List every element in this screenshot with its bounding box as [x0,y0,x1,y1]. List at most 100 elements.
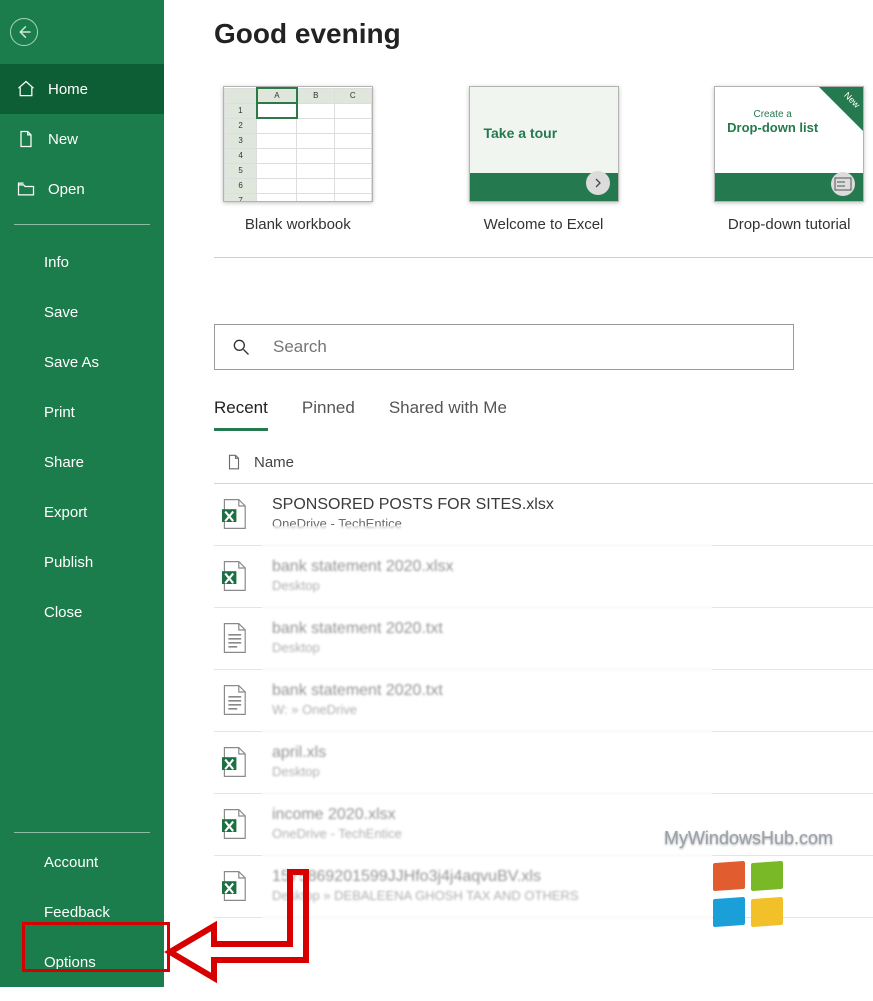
menu-label: Close [44,604,82,621]
folder-open-icon [16,179,36,199]
templates-row: ABC 1 2 3 4 5 6 7 Blank workbook Take a … [214,86,873,233]
file-row[interactable]: bank statement 2020.xlsx Desktop [214,546,873,608]
tab-label: Shared with Me [389,398,507,417]
template-dropdown-tutorial[interactable]: New Create aDrop-down list Drop-down tut… [705,86,873,233]
file-row[interactable]: bank statement 2020.txt W: » OneDrive [214,670,873,732]
menu-item-publish[interactable]: Publish [0,537,164,587]
recent-files-list: SPONSORED POSTS FOR SITES.xlsx OneDrive … [214,484,873,918]
list-header: Name [214,451,873,484]
file-location: Desktop [272,578,453,593]
excel-file-icon [214,746,254,778]
menu-label: Account [44,854,98,871]
file-row[interactable]: income 2020.xlsx OneDrive - TechEntice [214,794,873,856]
template-thumb: Take a tour [469,86,619,202]
file-row[interactable]: SPONSORED POSTS FOR SITES.xlsx OneDrive … [214,484,873,546]
dd-pretitle: Create a [753,109,791,120]
back-button[interactable] [10,18,38,46]
file-name: bank statement 2020.xlsx [272,558,453,576]
sidebar-item-label: New [48,131,78,148]
sidebar-divider [14,832,150,833]
file-header-icon [214,451,254,473]
file-new-icon [16,129,36,149]
dropdown-icon [831,172,855,196]
search-input[interactable] [273,337,777,357]
list-header-name: Name [254,454,294,471]
sidebar-item-home[interactable]: Home [0,64,164,114]
file-text: income 2020.xlsx OneDrive - TechEntice [272,806,402,841]
file-text: SPONSORED POSTS FOR SITES.xlsx OneDrive … [272,496,554,531]
tab-pinned[interactable]: Pinned [302,398,355,431]
menu-item-feedback[interactable]: Feedback [0,887,164,937]
menu-item-info[interactable]: Info [0,237,164,287]
file-location: Desktop [272,764,326,779]
template-label: Drop-down tutorial [705,216,873,233]
menu-item-print[interactable]: Print [0,387,164,437]
back-arrow-icon [15,23,33,41]
file-location: OneDrive - TechEntice [272,826,402,841]
menu-label: Share [44,454,84,471]
file-location: Desktop [272,640,443,655]
menu-label: Export [44,504,87,521]
tab-recent[interactable]: Recent [214,398,268,431]
file-name: bank statement 2020.txt [272,682,443,700]
file-location: Desktop » DEBALEENA GHOSH TAX AND OTHERS [272,888,579,903]
menu-label: Feedback [44,904,110,921]
tab-label: Recent [214,398,268,417]
tour-text: Take a tour [484,125,558,141]
search-box[interactable] [214,324,794,370]
menu-label: Save [44,304,78,321]
file-name: income 2020.xlsx [272,806,402,824]
sidebar-item-label: Open [48,181,85,198]
file-text: 1575869201599JJHfo3j4j4aqvuBV.xls Deskto… [272,868,579,903]
menu-item-share[interactable]: Share [0,437,164,487]
dd-title: Drop-down list [727,120,818,135]
menu-item-options[interactable]: Options [0,937,164,987]
menu-label: Print [44,404,75,421]
menu-label: Options [44,954,96,971]
file-text: bank statement 2020.txt Desktop [272,620,443,655]
menu-label: Publish [44,554,93,571]
menu-item-save[interactable]: Save [0,287,164,337]
template-label: Welcome to Excel [460,216,628,233]
file-text: bank statement 2020.xlsx Desktop [272,558,453,593]
search-icon [231,337,251,357]
excel-file-icon [214,560,254,592]
file-name: bank statement 2020.txt [272,620,443,638]
menu-label: Save As [44,354,99,371]
template-thumb: ABC 1 2 3 4 5 6 7 [223,86,373,202]
template-blank-workbook[interactable]: ABC 1 2 3 4 5 6 7 Blank workbook [214,86,382,233]
primary-nav: Home New Open [0,64,164,214]
template-welcome-to-excel[interactable]: Take a tour Welcome to Excel [460,86,628,233]
sidebar-bottom: Account Feedback Options [0,812,164,987]
file-location: W: » OneDrive [272,702,443,717]
file-name: april.xls [272,744,326,762]
file-row[interactable]: 1575869201599JJHfo3j4j4aqvuBV.xls Deskto… [214,856,873,918]
menu-item-export[interactable]: Export [0,487,164,537]
menu-item-close[interactable]: Close [0,587,164,637]
file-row[interactable]: bank statement 2020.txt Desktop [214,608,873,670]
backstage-sidebar: Home New Open Info Save Save As Print Sh… [0,0,164,987]
file-name: 1575869201599JJHfo3j4j4aqvuBV.xls [272,868,579,886]
go-icon [586,171,610,195]
tab-label: Pinned [302,398,355,417]
template-thumb: New Create aDrop-down list [714,86,864,202]
file-row[interactable]: april.xls Desktop [214,732,873,794]
template-label: Blank workbook [214,216,382,233]
text-file-icon [214,684,254,716]
excel-file-icon [214,498,254,530]
file-location: OneDrive - TechEntice [272,516,554,531]
sidebar-item-open[interactable]: Open [0,164,164,214]
main-content: Good evening ABC 1 2 3 4 5 6 7 Blank wor… [164,0,873,987]
sidebar-item-new[interactable]: New [0,114,164,164]
file-tabs: Recent Pinned Shared with Me [214,398,873,431]
excel-file-icon [214,870,254,902]
menu-item-save-as[interactable]: Save As [0,337,164,387]
sidebar-item-label: Home [48,81,88,98]
menu-item-account[interactable]: Account [0,837,164,887]
tab-shared[interactable]: Shared with Me [389,398,507,431]
sidebar-top [0,0,164,64]
new-badge: New [842,90,862,110]
home-icon [16,79,36,99]
excel-file-icon [214,808,254,840]
file-text: bank statement 2020.txt W: » OneDrive [272,682,443,717]
